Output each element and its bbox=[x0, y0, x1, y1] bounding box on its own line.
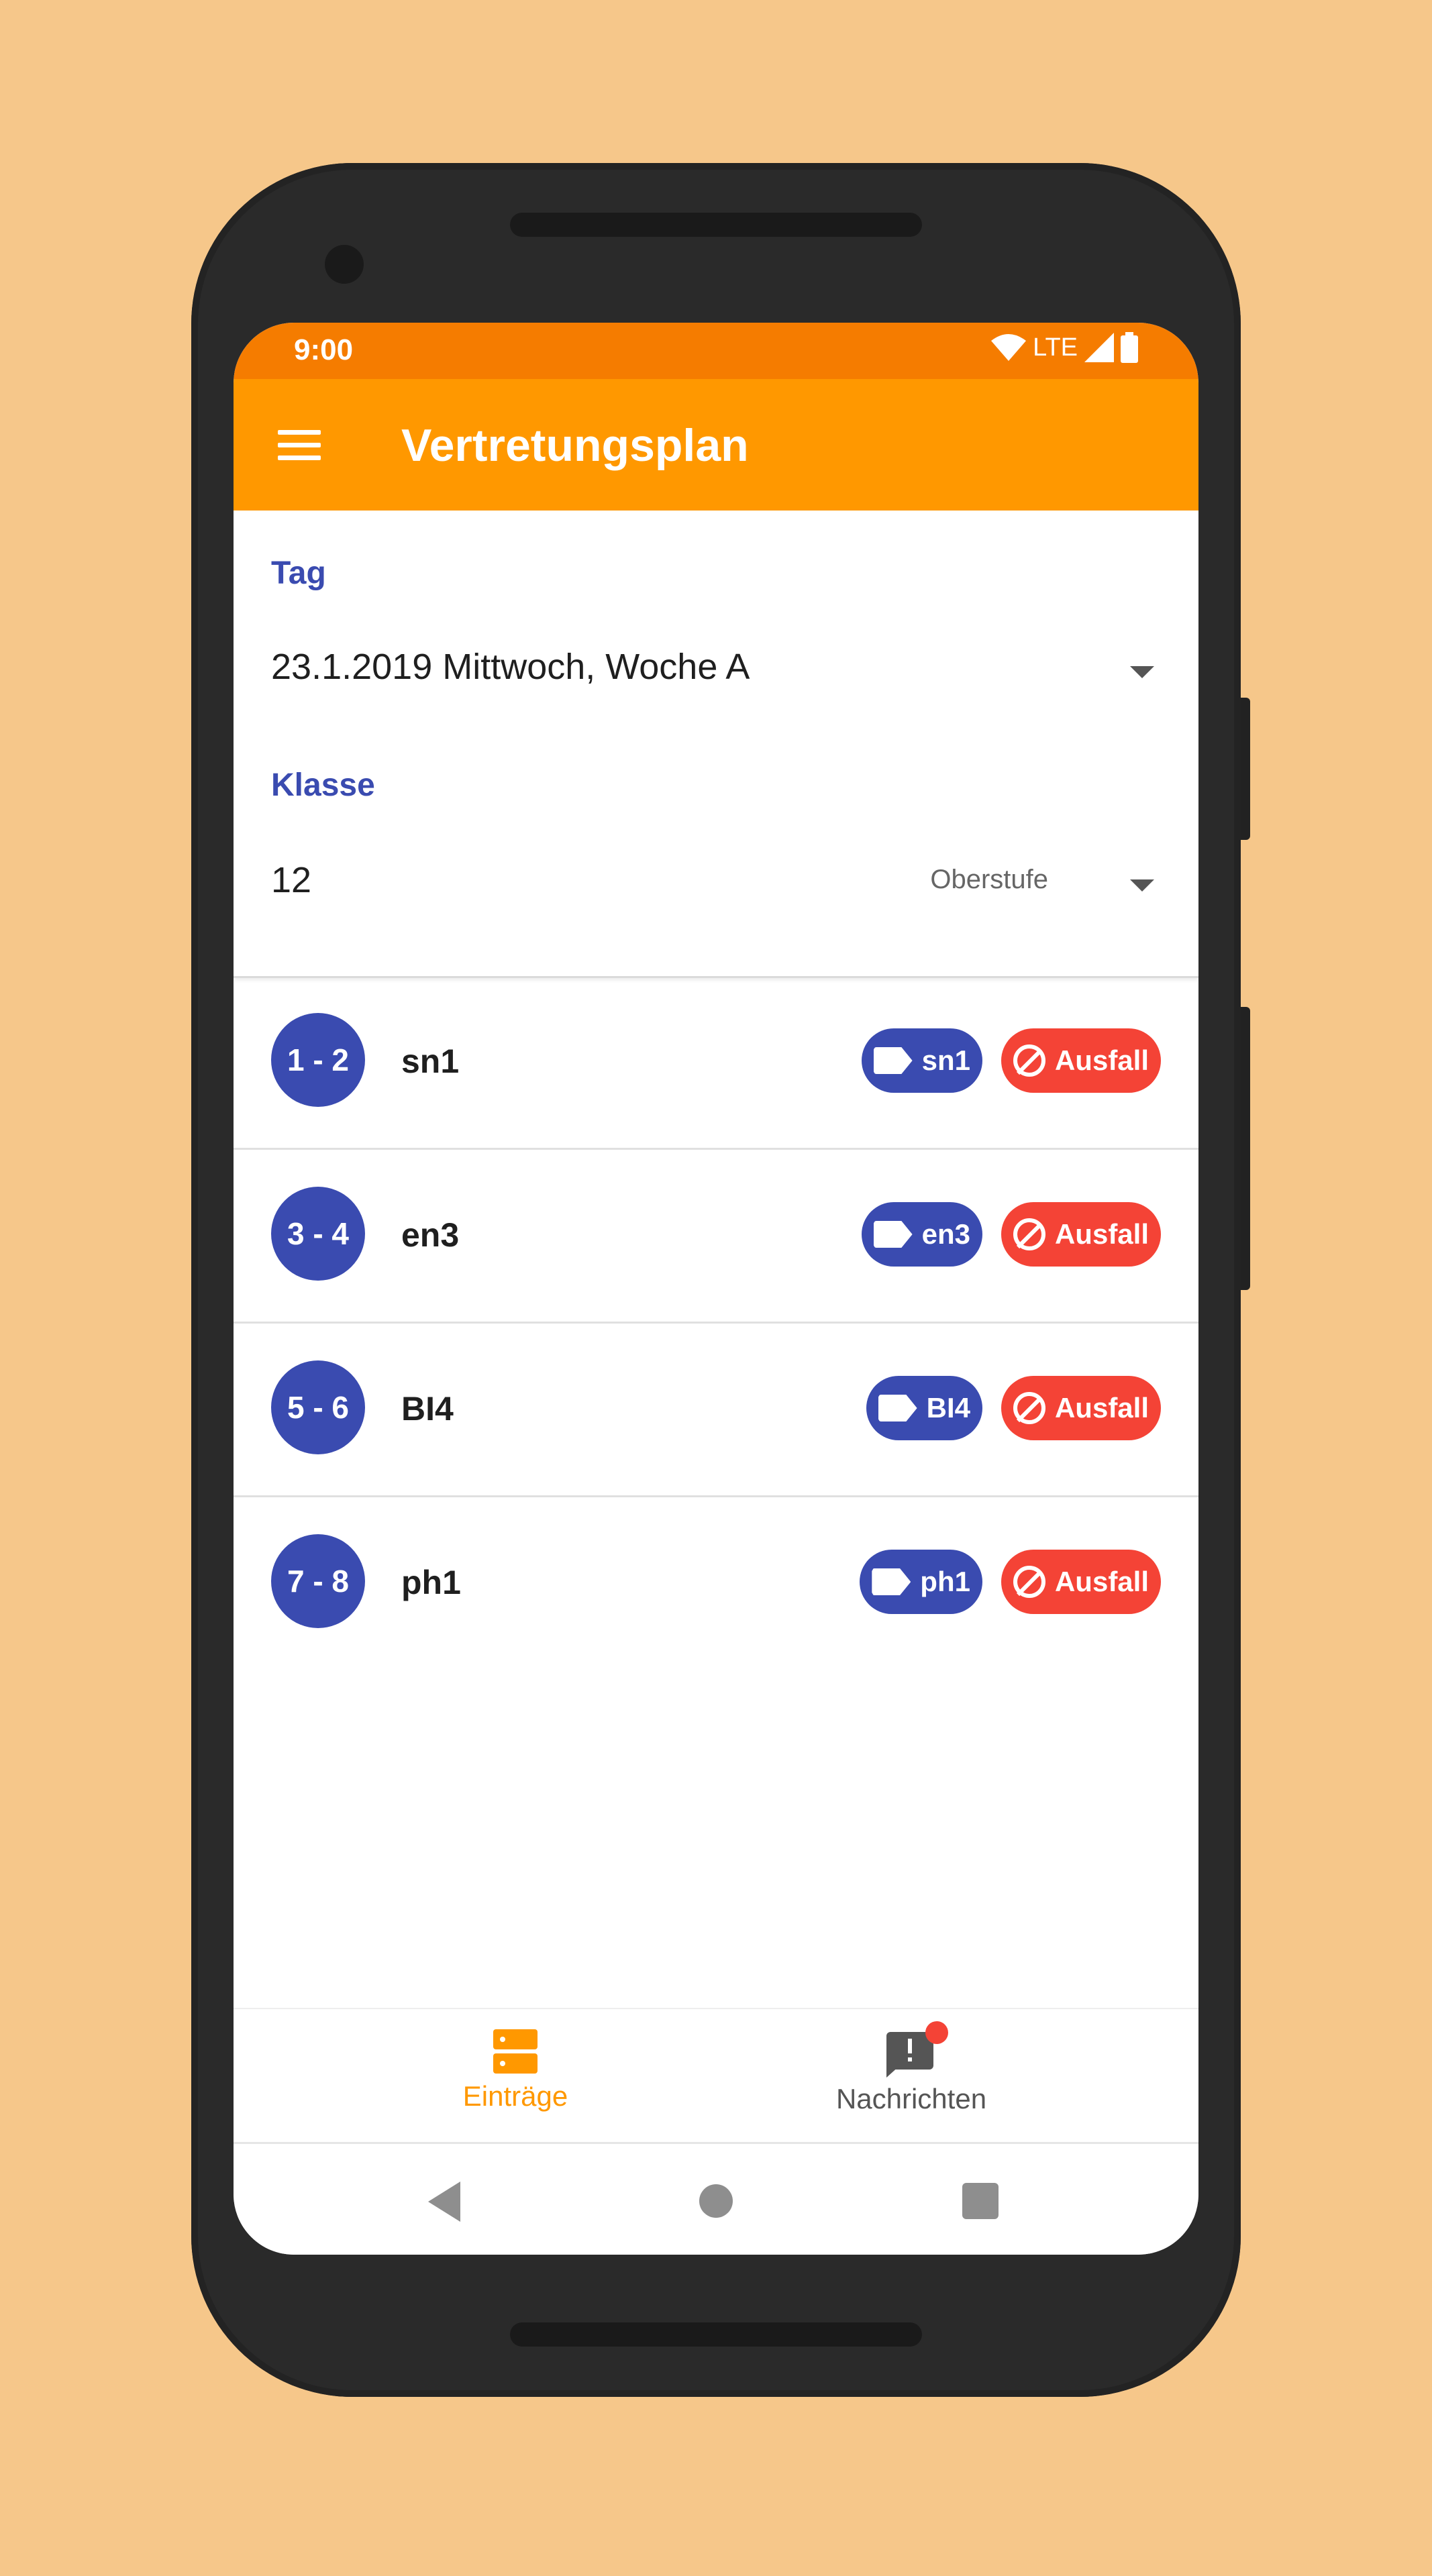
course-tag-text: sn1 bbox=[921, 1044, 970, 1076]
subject-label: ph1 bbox=[401, 1564, 461, 1601]
label-tag-icon bbox=[873, 1047, 913, 1074]
filter-panel: Tag 23.1.2019 Mittwoch, Woche A Klasse 1… bbox=[234, 511, 1198, 978]
cancelled-chip: Ausfall bbox=[1001, 1550, 1161, 1614]
menu-icon[interactable] bbox=[274, 419, 325, 470]
page-title: Vertretungsplan bbox=[401, 420, 749, 471]
phone-screen: 9:00 LTE Vertretungsplan Tag 23.1.2019 M… bbox=[234, 323, 1198, 2255]
class-group-hint: Oberstufe bbox=[930, 865, 1048, 894]
entries-list: 1 - 2 sn1 sn1 Ausfall 3 - 4 en3 en3 Ausf… bbox=[234, 976, 1198, 1669]
nav-label-messages: Nachrichten bbox=[835, 2083, 987, 2114]
system-navigation-bar bbox=[234, 2142, 1198, 2255]
status-icons: LTE bbox=[991, 332, 1138, 363]
subject-label: sn1 bbox=[401, 1042, 460, 1080]
subject-label: en3 bbox=[401, 1216, 460, 1254]
day-label: Tag bbox=[271, 555, 326, 591]
period-badge: 3 - 4 bbox=[271, 1187, 365, 1281]
chip-group: sn1 Ausfall bbox=[861, 1028, 1161, 1093]
course-tag-chip: en3 bbox=[861, 1202, 982, 1267]
list-item[interactable]: 7 - 8 ph1 ph1 Ausfall bbox=[234, 1497, 1198, 1669]
course-tag-text: BI4 bbox=[926, 1392, 970, 1424]
back-icon[interactable] bbox=[428, 2182, 460, 2222]
block-icon bbox=[1013, 1044, 1045, 1077]
course-tag-text: en3 bbox=[921, 1218, 970, 1250]
status-bar: 9:00 LTE bbox=[234, 323, 1198, 379]
label-tag-icon bbox=[873, 1221, 913, 1248]
class-dropdown-arrow-icon[interactable] bbox=[1130, 879, 1154, 892]
class-label: Klasse bbox=[271, 767, 375, 803]
network-label: LTE bbox=[1033, 333, 1078, 362]
notification-badge bbox=[925, 2021, 948, 2044]
nav-label-entries: Einträge bbox=[462, 2080, 568, 2112]
cancelled-chip: Ausfall bbox=[1001, 1202, 1161, 1267]
home-icon[interactable] bbox=[699, 2184, 733, 2218]
bottom-speaker bbox=[510, 2322, 922, 2347]
entries-icon bbox=[493, 2029, 538, 2074]
class-select-value[interactable]: 12 bbox=[271, 859, 311, 901]
block-icon bbox=[1013, 1392, 1045, 1424]
period-badge: 7 - 8 bbox=[271, 1534, 365, 1628]
label-tag-icon bbox=[878, 1395, 917, 1421]
cancelled-text: Ausfall bbox=[1054, 1218, 1149, 1250]
period-badge: 5 - 6 bbox=[271, 1360, 365, 1454]
list-item[interactable]: 3 - 4 en3 en3 Ausfall bbox=[234, 1150, 1198, 1324]
list-item[interactable]: 1 - 2 sn1 sn1 Ausfall bbox=[234, 976, 1198, 1150]
course-tag-chip: BI4 bbox=[866, 1376, 982, 1440]
bottom-navigation: Einträge Nachrichten bbox=[234, 2008, 1198, 2142]
subject-label: BI4 bbox=[401, 1390, 454, 1428]
front-camera bbox=[325, 245, 364, 284]
label-tag-icon bbox=[872, 1568, 911, 1595]
chip-group: ph1 Ausfall bbox=[860, 1550, 1161, 1614]
period-badge: 1 - 2 bbox=[271, 1013, 365, 1107]
chip-group: BI4 Ausfall bbox=[866, 1376, 1161, 1440]
block-icon bbox=[1013, 1566, 1045, 1598]
volume-button bbox=[1241, 1007, 1250, 1290]
power-button bbox=[1241, 698, 1250, 840]
course-tag-text: ph1 bbox=[920, 1566, 970, 1597]
chip-group: en3 Ausfall bbox=[861, 1202, 1161, 1267]
signal-icon bbox=[1084, 333, 1114, 362]
battery-icon bbox=[1121, 332, 1138, 363]
nav-item-entries[interactable]: Einträge bbox=[395, 2029, 636, 2112]
course-tag-chip: sn1 bbox=[861, 1028, 982, 1093]
day-select-value[interactable]: 23.1.2019 Mittwoch, Woche A bbox=[271, 646, 750, 688]
wifi-icon bbox=[991, 334, 1027, 361]
list-item[interactable]: 5 - 6 BI4 BI4 Ausfall bbox=[234, 1324, 1198, 1497]
cancelled-chip: Ausfall bbox=[1001, 1028, 1161, 1093]
course-tag-chip: ph1 bbox=[860, 1550, 982, 1614]
status-time: 9:00 bbox=[294, 333, 354, 366]
message-alert-icon bbox=[886, 2021, 948, 2078]
cancelled-text: Ausfall bbox=[1054, 1566, 1149, 1597]
top-speaker bbox=[510, 213, 922, 237]
cancelled-text: Ausfall bbox=[1054, 1044, 1149, 1076]
cancelled-text: Ausfall bbox=[1054, 1392, 1149, 1424]
cancelled-chip: Ausfall bbox=[1001, 1376, 1161, 1440]
nav-item-messages[interactable]: Nachrichten bbox=[790, 2021, 1032, 2115]
recents-icon[interactable] bbox=[962, 2183, 999, 2219]
day-dropdown-arrow-icon[interactable] bbox=[1130, 666, 1154, 678]
app-bar: Vertretungsplan bbox=[234, 379, 1198, 511]
block-icon bbox=[1013, 1218, 1045, 1250]
